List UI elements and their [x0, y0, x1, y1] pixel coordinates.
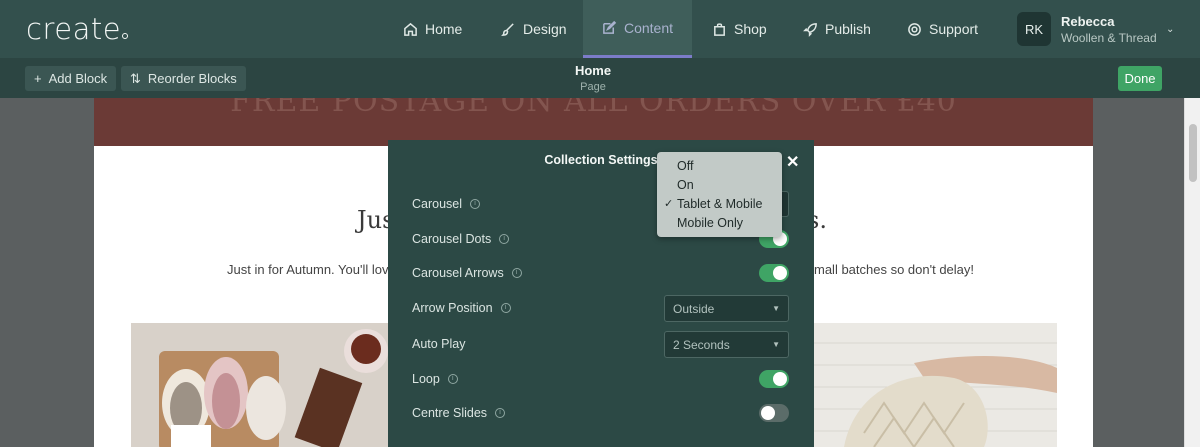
product-image-yarn[interactable] [131, 323, 391, 447]
user-business: Woollen & Thread [1061, 30, 1157, 45]
nav-item-publish[interactable]: Publish [803, 0, 871, 58]
setting-arrow-position: Arrow Position i [412, 301, 511, 315]
nav-item-content[interactable]: Content [583, 0, 692, 58]
brush-icon [501, 22, 514, 36]
promo-banner[interactable]: FREE POSTAGE ON ALL ORDERS OVER £40 [94, 98, 1093, 146]
lifebuoy-icon [908, 22, 921, 36]
caret-down-icon: ▼ [772, 340, 780, 349]
nav-item-label: Design [523, 21, 567, 37]
info-icon[interactable]: i [500, 303, 511, 313]
select-value: 2 Seconds [673, 337, 730, 352]
nav-item-home[interactable]: Home [403, 0, 462, 58]
setting-auto-play: Auto Play [412, 337, 466, 351]
toggle-knob [773, 372, 787, 386]
user-name: Rebecca [1061, 13, 1115, 29]
setting-carousel: Carousel i [412, 197, 481, 211]
dropdown-option-off[interactable]: Off [657, 156, 782, 175]
nav-item-support[interactable]: Support [907, 0, 978, 58]
nav-item-label: Publish [825, 21, 871, 37]
done-button[interactable]: Done [1118, 66, 1162, 91]
edit-icon [603, 20, 617, 34]
info-icon[interactable]: i [499, 234, 510, 244]
info-icon[interactable]: i [447, 374, 458, 384]
dropdown-option-on[interactable]: On [657, 175, 782, 194]
info-icon[interactable]: i [495, 408, 506, 418]
add-block-label: Add Block [48, 71, 108, 86]
avatar: RK [1017, 12, 1051, 46]
scrollbar-thumb[interactable] [1189, 124, 1197, 182]
setting-centre-slides: Centre Slides i [412, 406, 506, 420]
reorder-blocks-button[interactable]: ⇅ Reorder Blocks [121, 66, 246, 91]
setting-label: Centre Slides [412, 406, 488, 420]
setting-carousel-arrows: Carousel Arrows i [412, 266, 522, 280]
bag-icon [714, 22, 725, 36]
page-indicator: Home Page [540, 63, 646, 93]
user-menu[interactable]: RK Rebecca Woollen & Thread [1017, 12, 1157, 46]
setting-label: Carousel Dots [412, 232, 492, 246]
info-icon[interactable]: i [511, 268, 522, 278]
dropdown-option-mobile-only[interactable]: Mobile Only [657, 213, 782, 232]
info-icon[interactable]: i [470, 199, 481, 209]
setting-label: Carousel [412, 197, 463, 211]
nav-item-design[interactable]: Design [501, 0, 567, 58]
caret-down-icon: ▼ [772, 304, 780, 313]
toggle-knob [761, 406, 775, 420]
setting-label: Auto Play [412, 337, 466, 351]
setting-label: Loop [412, 372, 440, 386]
setting-label: Carousel Arrows [412, 266, 504, 280]
nav-item-label: Home [425, 21, 463, 37]
loop-toggle[interactable] [759, 370, 789, 388]
product-image-knit[interactable] [814, 323, 1057, 447]
page-title: Home [574, 63, 612, 78]
top-navigation: create Home Design Content Shop Publish … [0, 0, 1200, 58]
auto-play-select[interactable]: 2 Seconds ▼ [664, 331, 789, 358]
setting-carousel-dots: Carousel Dots i [412, 232, 510, 246]
select-value: Outside [673, 301, 715, 316]
toggle-knob [773, 266, 787, 280]
dropdown-option-tablet-mobile[interactable]: ✓ Tablet & Mobile [657, 194, 782, 213]
reorder-blocks-label: Reorder Blocks [147, 71, 237, 86]
create-logo[interactable]: create [26, 12, 129, 46]
logo-dot [122, 33, 129, 39]
section-intro-end: mall batches so don't delay! [814, 262, 975, 277]
page-scrollbar[interactable] [1184, 98, 1200, 447]
centre-slides-toggle[interactable] [759, 404, 789, 422]
close-icon[interactable]: ✕ [786, 152, 799, 172]
rocket-icon [803, 22, 817, 37]
setting-label: Arrow Position [412, 301, 493, 315]
plus-icon: + [34, 71, 42, 86]
promo-banner-text: FREE POSTAGE ON ALL ORDERS OVER £40 [230, 98, 957, 119]
add-block-button[interactable]: + Add Block [25, 66, 117, 91]
user-details: Rebecca Woollen & Thread [1061, 14, 1157, 45]
nav-item-label: Support [929, 21, 979, 37]
arrow-position-select[interactable]: Outside ▼ [664, 295, 789, 322]
page-type: Page [580, 81, 606, 93]
setting-loop: Loop i [412, 372, 458, 386]
chevron-down-icon[interactable]: ⌄ [1166, 24, 1174, 35]
checkmark-icon: ✓ [664, 198, 674, 210]
section-intro: Just in for Autumn. You'll love [227, 262, 396, 277]
carousel-dropdown-menu: Off On ✓ Tablet & Mobile Mobile Only [657, 152, 782, 237]
editor-toolbar: + Add Block ⇅ Reorder Blocks Home Page D… [0, 58, 1200, 98]
nav-item-label: Shop [734, 21, 767, 37]
carousel-arrows-toggle[interactable] [759, 264, 789, 282]
reorder-icon: ⇅ [130, 70, 141, 86]
nav-item-shop[interactable]: Shop [712, 0, 767, 58]
nav-item-label: Content [623, 19, 674, 36]
home-icon [404, 22, 417, 36]
